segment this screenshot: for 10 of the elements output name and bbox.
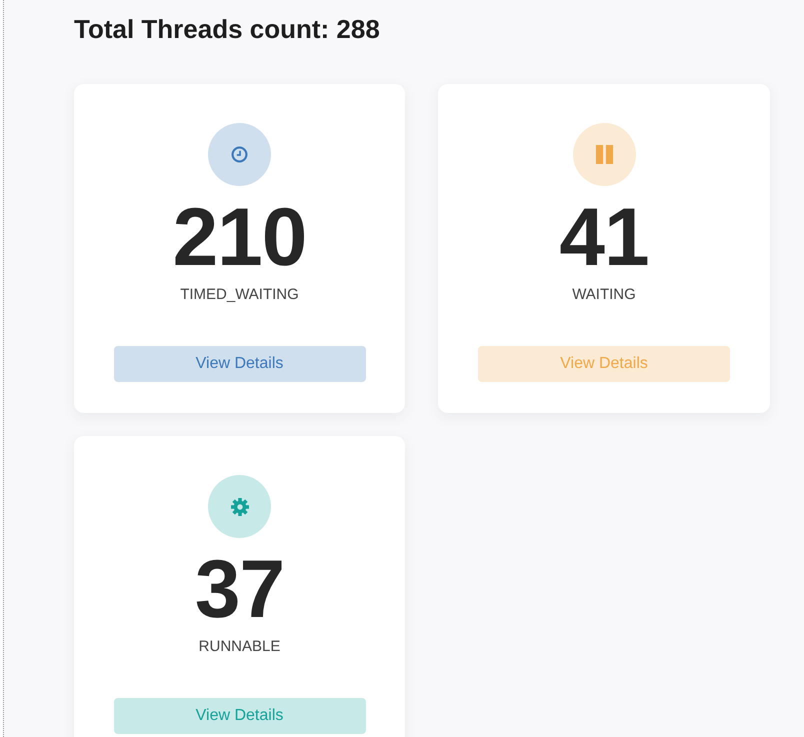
view-details-button[interactable]: View Details bbox=[114, 346, 366, 382]
thread-state-label: RUNNABLE bbox=[198, 638, 280, 656]
view-details-button[interactable]: View Details bbox=[114, 698, 366, 734]
thread-count: 37 bbox=[194, 548, 284, 632]
page-title: Total Threads count: 288 bbox=[74, 14, 380, 44]
thread-state-label: WAITING bbox=[572, 286, 636, 304]
view-details-button[interactable]: View Details bbox=[478, 346, 730, 382]
thread-state-label: TIMED_WAITING bbox=[180, 286, 299, 304]
thread-count: 210 bbox=[172, 196, 306, 280]
thread-count: 41 bbox=[559, 196, 649, 280]
